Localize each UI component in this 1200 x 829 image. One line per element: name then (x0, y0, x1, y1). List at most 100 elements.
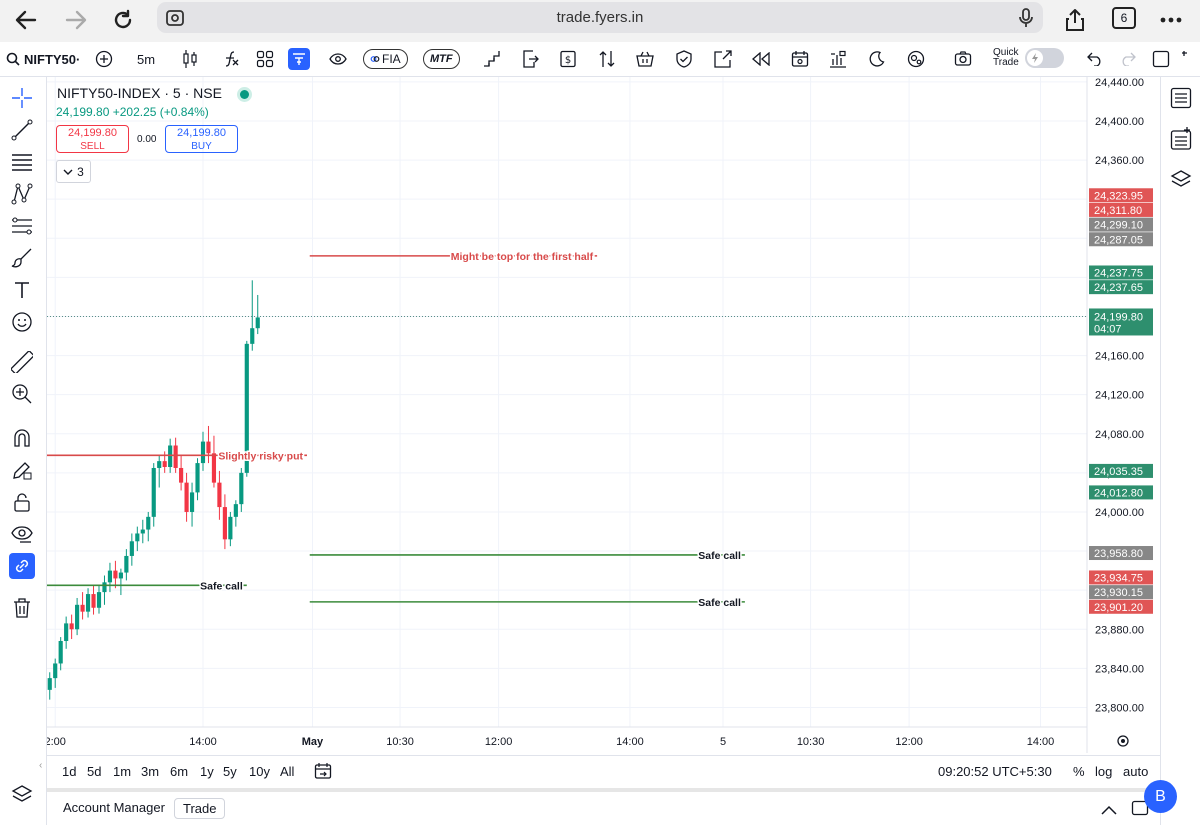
trade-tab[interactable]: Trade (174, 798, 226, 819)
time-tick-label: 12:00 (485, 736, 513, 748)
candle-body (206, 441, 211, 454)
goto-date-icon[interactable] (314, 762, 332, 785)
chevron-up-icon[interactable] (1101, 802, 1117, 820)
time-tick-label: 14:00 (616, 736, 644, 748)
sell-label: SELL (80, 141, 105, 152)
candle-body (64, 623, 69, 641)
candle-body (124, 555, 129, 573)
fia-label: FIA (382, 52, 401, 66)
buy-price: 24,199.80 (177, 127, 226, 139)
indicators-icon[interactable] (220, 47, 242, 71)
time-tick-label: 2:00 (47, 736, 66, 748)
back-icon[interactable] (8, 4, 44, 36)
candle-body (250, 328, 255, 344)
microphone-icon[interactable] (1019, 8, 1033, 33)
log-toggle[interactable]: log (1095, 764, 1112, 779)
quick-trade-toggle[interactable] (1025, 48, 1064, 68)
price-chart[interactable]: Might be top for the first half Slightly … (47, 77, 1159, 753)
mtf-button[interactable]: MTF (423, 47, 460, 71)
fib-icon[interactable] (9, 213, 35, 239)
stairs-icon[interactable] (481, 47, 503, 71)
candles-icon[interactable] (180, 47, 200, 71)
layout-square-icon[interactable] (1150, 47, 1172, 71)
time-tick-label: 10:30 (797, 736, 825, 748)
arrows-updown-icon[interactable] (596, 47, 618, 71)
address-bar[interactable]: trade.fyers.in (157, 2, 1043, 33)
lightning-icon (1027, 50, 1043, 66)
watchlist-icon[interactable] (1170, 87, 1192, 114)
redo-icon[interactable] (1117, 47, 1139, 71)
range-3m[interactable]: 3m (141, 764, 159, 779)
range-5y[interactable]: 5y (223, 764, 237, 779)
dollar-doc-icon[interactable]: $ (557, 47, 579, 71)
alerts-list-icon[interactable] (1170, 127, 1192, 156)
sell-button[interactable]: 24,199.80 SELL (56, 125, 129, 153)
add-symbol-icon[interactable] (93, 47, 115, 71)
settings-gear-icon[interactable] (905, 47, 927, 71)
layers-icon[interactable] (9, 781, 35, 807)
interval-button[interactable]: 5m (137, 47, 155, 71)
percent-toggle[interactable]: % (1073, 764, 1085, 779)
crosshair-icon[interactable] (9, 85, 35, 111)
url-text: trade.fyers.in (556, 9, 644, 26)
range-10y[interactable]: 10y (249, 764, 270, 779)
collapse-left-icon[interactable]: ‹ (39, 760, 42, 771)
range-5d[interactable]: 5d (87, 764, 101, 779)
range-all[interactable]: All (280, 764, 294, 779)
pencil-lock-icon[interactable] (9, 457, 35, 483)
undo-icon[interactable] (1084, 47, 1106, 71)
price-tick-label: 24,160.00 (1095, 351, 1144, 363)
chart-bars-icon[interactable] (827, 47, 849, 71)
text-tool-icon[interactable] (9, 277, 35, 303)
trendline-icon[interactable] (9, 117, 35, 143)
range-1m[interactable]: 1m (113, 764, 131, 779)
more-icon[interactable] (1153, 4, 1189, 36)
fia-button[interactable]: FIA (363, 47, 408, 71)
annotation-label: Safe call (698, 597, 741, 609)
lock-icon[interactable] (9, 489, 35, 515)
account-manager-tab[interactable]: Account Manager (63, 800, 165, 815)
range-6m[interactable]: 6m (170, 764, 188, 779)
share-icon[interactable] (1057, 4, 1093, 36)
moon-icon[interactable] (866, 47, 888, 71)
auto-toggle[interactable]: auto (1123, 764, 1148, 779)
eye-icon[interactable] (327, 47, 349, 71)
indicators-collapse-button[interactable]: 3 (56, 160, 91, 183)
magnet-icon[interactable] (9, 425, 35, 451)
symbol-search[interactable]: NIFTY50· (6, 47, 80, 71)
visibility-icon[interactable] (9, 521, 35, 547)
candle-body (173, 445, 178, 468)
ruler-icon[interactable] (9, 349, 35, 375)
last-price-label: 24,199.80 (1094, 311, 1143, 323)
tab-count-button[interactable]: 6 (1112, 7, 1136, 29)
rewind-icon[interactable] (750, 47, 772, 71)
chart-area[interactable]: Might be top for the first half Slightly … (47, 77, 1159, 753)
templates-icon[interactable] (254, 47, 276, 71)
spread-value: 0.00 (137, 134, 157, 145)
forward-icon[interactable] (58, 4, 94, 36)
alert-calendar-icon[interactable] (789, 47, 811, 71)
fullscreen-icon[interactable] (1180, 47, 1200, 71)
sync-link-icon[interactable] (9, 553, 35, 579)
export-icon[interactable] (519, 47, 541, 71)
horizontal-lines-icon[interactable] (9, 149, 35, 175)
price-tag-label: 23,930.15 (1094, 587, 1143, 599)
zoom-in-icon[interactable] (9, 381, 35, 407)
buy-button[interactable]: 24,199.80 BUY (165, 125, 238, 153)
shield-check-icon[interactable] (673, 47, 695, 71)
screenshot-icon[interactable] (952, 47, 974, 71)
pattern-icon[interactable] (9, 181, 35, 207)
filter-icon[interactable] (288, 48, 310, 70)
emoji-icon[interactable] (9, 309, 35, 335)
reload-icon[interactable] (105, 4, 141, 36)
candle-body (47, 678, 52, 690)
brush-icon[interactable] (9, 245, 35, 271)
layers-stack-icon[interactable] (1170, 169, 1192, 194)
basket-icon[interactable] (634, 47, 656, 71)
expand-icon[interactable] (712, 47, 734, 71)
range-bar: ‹ 1d 5d 1m 3m 6m 1y 5y 10y All 09:20:52 … (39, 755, 1160, 786)
range-1d[interactable]: 1d (62, 764, 76, 779)
range-1y[interactable]: 1y (200, 764, 214, 779)
trash-icon[interactable] (9, 595, 35, 621)
avatar[interactable]: B (1144, 780, 1177, 813)
